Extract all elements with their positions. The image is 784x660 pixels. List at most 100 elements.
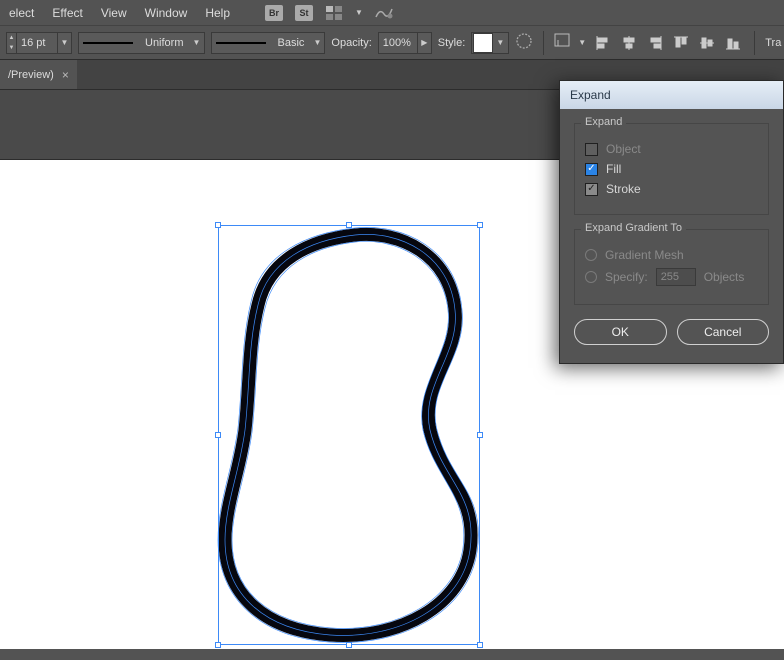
- specify-unit-label: Objects: [704, 270, 745, 284]
- menu-help[interactable]: Help: [196, 6, 239, 20]
- expand-fill-label: Fill: [606, 162, 621, 176]
- expand-fill-row[interactable]: Fill: [585, 162, 758, 176]
- handle-tr[interactable]: [477, 222, 483, 228]
- chevron-down-icon: ▼: [7, 43, 16, 53]
- align-vcenter-icon: [699, 35, 715, 51]
- specify-radio: [585, 271, 597, 283]
- align-hcenter-button[interactable]: [618, 32, 640, 54]
- chevron-down-icon: ▼: [310, 38, 324, 47]
- chevron-down-icon: ▼: [493, 38, 507, 47]
- menu-window[interactable]: Window: [136, 6, 197, 20]
- opacity-field[interactable]: 100% ▶: [378, 32, 432, 54]
- stroke-weight-field[interactable]: ▲▼ 16 pt ▼: [6, 32, 72, 54]
- selection-bounding-box[interactable]: [218, 225, 480, 645]
- align-hcenter-icon: [621, 35, 637, 51]
- specify-label: Specify:: [605, 270, 648, 284]
- expand-group-legend: Expand: [581, 116, 626, 128]
- expand-fill-checkbox[interactable]: [585, 163, 598, 176]
- chevron-down-icon: ▼: [61, 38, 69, 47]
- stroke-weight-stepper[interactable]: ▲▼: [6, 32, 16, 54]
- style-label: Style:: [438, 37, 466, 49]
- gpu-preview-button[interactable]: [373, 4, 395, 22]
- menu-view[interactable]: View: [92, 6, 136, 20]
- stroke-profile-dropdown[interactable]: Uniform ▼: [78, 32, 205, 54]
- menu-effect[interactable]: Effect: [43, 6, 91, 20]
- stroke-weight-caret[interactable]: ▼: [58, 32, 72, 54]
- handle-bl[interactable]: [215, 642, 221, 648]
- align-right-icon: [647, 35, 663, 51]
- align-left-button[interactable]: [592, 32, 614, 54]
- specify-row: Specify: 255 Objects: [585, 268, 758, 286]
- profile-preview-icon: [83, 42, 133, 44]
- align-left-icon: [595, 35, 611, 51]
- gradient-mesh-row: Gradient Mesh: [585, 248, 758, 262]
- stroke-weight-value[interactable]: 16 pt: [16, 32, 58, 54]
- document-tab-label: /Preview): [8, 69, 54, 81]
- gpu-icon: [375, 6, 393, 20]
- handle-mr[interactable]: [477, 432, 483, 438]
- divider: [754, 31, 755, 55]
- style-swatch: [473, 33, 493, 53]
- stock-button[interactable]: St: [293, 4, 315, 22]
- opacity-value[interactable]: 100%: [378, 32, 418, 54]
- align-top-icon: [673, 35, 689, 51]
- divider: [543, 31, 544, 55]
- arrange-documents-icon: [326, 6, 342, 20]
- handle-tl[interactable]: [215, 222, 221, 228]
- dialog-button-row: OK Cancel: [574, 319, 769, 345]
- chevron-up-icon: ▲: [7, 33, 16, 43]
- stroke-profile-label: Uniform: [139, 37, 190, 49]
- align-to-button[interactable]: [554, 33, 572, 52]
- chevron-right-icon: ▶: [421, 38, 427, 47]
- chevron-down-icon: ▼: [578, 38, 586, 47]
- close-tab-button[interactable]: ×: [62, 68, 69, 82]
- expand-dialog: Expand Expand Object Fill Stroke Expand …: [559, 80, 784, 364]
- align-right-button[interactable]: [644, 32, 666, 54]
- main-menu-bar: elect Effect View Window Help Br St ▼: [0, 0, 784, 26]
- handle-tc[interactable]: [346, 222, 352, 228]
- dialog-titlebar[interactable]: Expand: [560, 81, 783, 109]
- ok-button[interactable]: OK: [574, 319, 667, 345]
- align-bottom-button[interactable]: [722, 32, 744, 54]
- color-wheel-icon: [515, 32, 533, 50]
- bridge-button[interactable]: Br: [263, 4, 285, 22]
- align-to-icon: [554, 33, 572, 49]
- document-tab[interactable]: /Preview) ×: [0, 60, 77, 89]
- chevron-down-icon: ▼: [355, 8, 363, 17]
- options-bar: ▲▼ 16 pt ▼ Uniform ▼ Basic ▼ Opacity: 10…: [0, 26, 784, 60]
- expand-gradient-group: Expand Gradient To Gradient Mesh Specify…: [574, 229, 769, 305]
- transform-panel-toggle[interactable]: Tra: [765, 37, 781, 49]
- specify-value-field: 255: [656, 268, 696, 286]
- handle-bc[interactable]: [346, 642, 352, 648]
- expand-object-checkbox: [585, 143, 598, 156]
- expand-stroke-row[interactable]: Stroke: [585, 182, 758, 196]
- opacity-caret[interactable]: ▶: [418, 32, 432, 54]
- align-vcenter-button[interactable]: [696, 32, 718, 54]
- expand-stroke-label: Stroke: [606, 182, 641, 196]
- opacity-label: Opacity:: [331, 37, 371, 49]
- align-bottom-icon: [725, 35, 741, 51]
- stock-icon: St: [295, 5, 313, 21]
- brush-label: Basic: [272, 37, 311, 49]
- chevron-down-icon: ▼: [190, 38, 204, 47]
- expand-gradient-legend: Expand Gradient To: [581, 222, 686, 234]
- graphic-style-dropdown[interactable]: ▼: [471, 32, 509, 54]
- cancel-button[interactable]: Cancel: [677, 319, 770, 345]
- expand-group: Expand Object Fill Stroke: [574, 123, 769, 215]
- handle-br[interactable]: [477, 642, 483, 648]
- expand-object-label: Object: [606, 142, 641, 156]
- arrange-documents-caret[interactable]: ▼: [353, 4, 365, 22]
- gradient-mesh-radio: [585, 249, 597, 261]
- handle-ml[interactable]: [215, 432, 221, 438]
- align-top-button[interactable]: [670, 32, 692, 54]
- bridge-icon: Br: [265, 5, 283, 21]
- arrange-documents-button[interactable]: [323, 4, 345, 22]
- expand-stroke-checkbox[interactable]: [585, 183, 598, 196]
- menu-select[interactable]: elect: [0, 6, 43, 20]
- dialog-title: Expand: [570, 88, 611, 102]
- align-buttons-row: [592, 32, 744, 54]
- brush-preview-icon: [216, 42, 266, 44]
- brush-definition-dropdown[interactable]: Basic ▼: [211, 32, 326, 54]
- recolor-artwork-button[interactable]: [515, 32, 533, 53]
- expand-object-row: Object: [585, 142, 758, 156]
